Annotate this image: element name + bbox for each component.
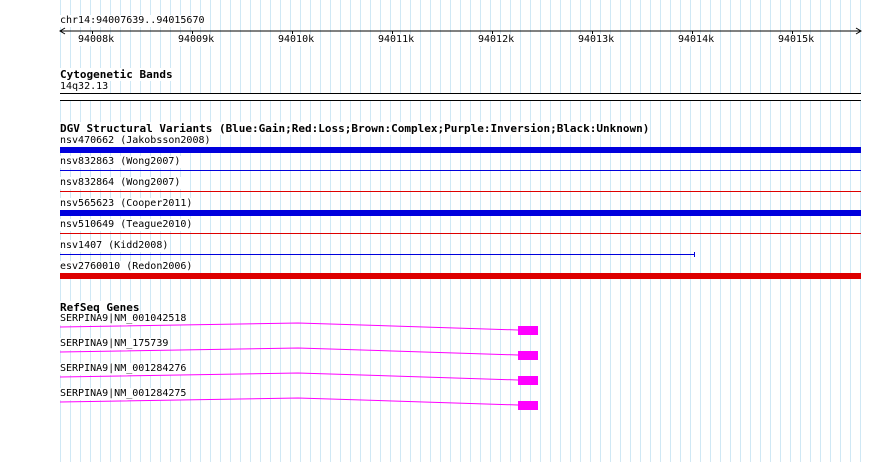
variant-label[interactable]: nsv565623 (Cooper2011) [60, 198, 195, 210]
variant-label[interactable]: nsv470662 (Jakobsson2008) [60, 135, 213, 147]
gene-model[interactable] [58, 396, 548, 412]
ruler-tick-label: 94012k [478, 34, 515, 46]
variant-bar[interactable] [60, 191, 861, 192]
gene-exon [518, 351, 538, 360]
variant-label[interactable]: nsv832864 (Wong2007) [60, 177, 183, 189]
variant-label[interactable]: esv2760010 (Redon2006) [60, 261, 195, 273]
variant-bar[interactable] [60, 170, 861, 171]
ruler-tick-label: 94010k [278, 34, 315, 46]
gene-intron-line [59, 397, 519, 406]
variant-label[interactable]: nsv510649 (Teague2010) [60, 219, 195, 231]
ruler-tick-label: 94014k [678, 34, 715, 46]
ruler-tick-label: 94008k [78, 34, 115, 46]
variant-label[interactable]: nsv1407 (Kidd2008) [60, 240, 171, 252]
gene-intron-line [59, 347, 519, 356]
variant-end-tick [694, 252, 695, 257]
ruler-tick-label: 94009k [178, 34, 215, 46]
gene-model[interactable] [58, 371, 548, 387]
ruler-tick-label: 94015k [778, 34, 815, 46]
variant-bar[interactable] [60, 252, 695, 257]
ruler-tick-label: 94013k [578, 34, 615, 46]
variant-label[interactable]: nsv832863 (Wong2007) [60, 156, 183, 168]
gene-exon [518, 401, 538, 410]
variant-bar[interactable] [60, 210, 861, 216]
variant-bar[interactable] [60, 273, 861, 279]
gene-intron-line [59, 322, 519, 331]
gene-intron-line [59, 372, 519, 381]
variant-bar[interactable] [60, 233, 861, 234]
cytoband-track-title: Cytogenetic Bands [60, 68, 173, 81]
dgv-track-title: DGV Structural Variants (Blue:Gain;Red:L… [60, 122, 650, 135]
gene-model[interactable] [58, 321, 548, 337]
gene-exon [518, 326, 538, 335]
gene-model[interactable] [58, 346, 548, 362]
cytoband-label: 14q32.13 [60, 81, 111, 93]
ruler-tick-label: 94011k [378, 34, 415, 46]
cytoband-ideogram[interactable] [60, 93, 861, 101]
gene-exon [518, 376, 538, 385]
variant-bar[interactable] [60, 147, 861, 153]
